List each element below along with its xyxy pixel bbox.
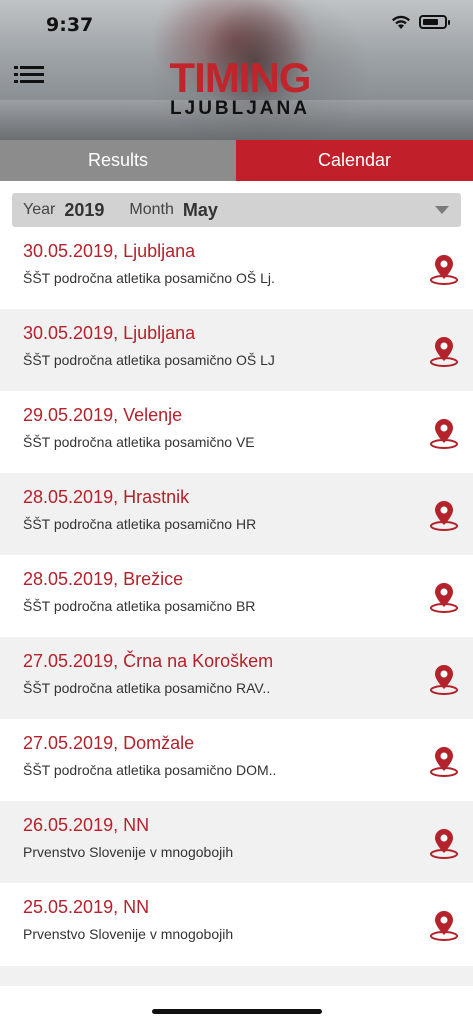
app-logo: TIMING LJUBLJANA (150, 54, 330, 120)
event-subtitle: ŠŠT področna atletika posamično DOM.. (23, 762, 277, 778)
event-subtitle: ŠŠT področna atletika posamično VE (23, 434, 255, 450)
status-bar: 9:37 (0, 0, 473, 50)
location-pin-icon[interactable] (428, 745, 460, 777)
year-value: 2019 (64, 199, 105, 220)
status-time: 9:37 (46, 14, 94, 36)
list-item[interactable]: 30.05.2019, Ljubljana ŠŠT področna atleti… (0, 227, 473, 309)
location-pin-icon[interactable] (428, 253, 460, 285)
battery-icon (419, 15, 450, 29)
event-subtitle: Prvenstvo Slovenije v mnogobojih (23, 844, 234, 860)
wifi-icon (392, 15, 410, 29)
tab-results[interactable]: Results (0, 140, 236, 181)
event-title: 27.05.2019, Domžale (23, 733, 195, 753)
event-title: 26.05.2019, NN (23, 815, 150, 835)
logo-main-text: TIMING (169, 54, 312, 101)
list-item[interactable]: 30.05.2019, Ljubljana ŠŠT področna atleti… (0, 309, 473, 391)
location-pin-icon[interactable] (428, 499, 460, 531)
event-title: 27.05.2019, Črna na Koroškem (23, 651, 274, 671)
location-pin-icon[interactable] (428, 663, 460, 695)
event-title: 28.05.2019, Brežice (23, 569, 184, 589)
location-pin-icon[interactable] (428, 417, 460, 449)
hamburger-menu-icon[interactable] (14, 66, 44, 84)
event-title: 29.05.2019, Velenje (23, 405, 183, 425)
event-subtitle: ŠŠT področna atletika posamično RAV.. (23, 680, 271, 696)
list-item[interactable]: 27.05.2019, Črna na Koroškem ŠŠT področna… (0, 637, 473, 719)
event-list: 30.05.2019, Ljubljana ŠŠT področna atleti… (0, 227, 473, 965)
location-pin-icon[interactable] (428, 581, 460, 613)
home-indicator (152, 1009, 322, 1014)
list-item[interactable]: 28.05.2019, Hrastnik ŠŠT področna atletik… (0, 473, 473, 555)
event-subtitle: ŠŠT področna atletika posamično BR (23, 598, 256, 614)
list-item[interactable]: 29.05.2019, Velenje ŠŠT področna atletika… (0, 391, 473, 473)
location-pin-icon[interactable] (428, 827, 460, 859)
event-subtitle: ŠŠT področna atletika posamično OŠ LJ (23, 352, 275, 368)
list-overflow-row (0, 966, 473, 986)
list-item[interactable]: 26.05.2019, NN Prvenstvo Slovenije v mnog… (0, 801, 473, 883)
event-title: 30.05.2019, Ljubljana (23, 323, 196, 343)
location-pin-icon[interactable] (428, 335, 460, 367)
list-item[interactable]: 27.05.2019, Domžale ŠŠT področna atletika… (0, 719, 473, 801)
status-icons (391, 14, 450, 30)
event-title: 25.05.2019, NN (23, 897, 150, 917)
logo-sub-text: LJUBLJANA (170, 98, 310, 119)
tab-bar: Results Calendar (0, 140, 473, 181)
date-filter-select[interactable]: Year 2019 Month May (12, 193, 461, 227)
year-label: Year (23, 201, 56, 218)
list-item[interactable]: 28.05.2019, Brežice ŠŠT področna atletika… (0, 555, 473, 637)
month-label: Month (129, 201, 174, 218)
bottom-safe-area (0, 986, 473, 1024)
chevron-down-icon[interactable] (435, 206, 449, 214)
tab-calendar[interactable]: Calendar (236, 140, 473, 181)
location-pin-icon[interactable] (428, 909, 460, 941)
month-value: May (182, 199, 218, 220)
event-subtitle: ŠŠT področna atletika posamično OŠ Lj. (23, 270, 275, 286)
event-subtitle: Prvenstvo Slovenije v mnogobojih (23, 926, 234, 942)
event-title: 30.05.2019, Ljubljana (23, 241, 196, 261)
list-item[interactable]: 25.05.2019, NN Prvenstvo Slovenije v mnog… (0, 883, 473, 965)
event-subtitle: ŠŠT področna atletika posamično HR (23, 516, 257, 532)
event-title: 28.05.2019, Hrastnik (23, 487, 190, 507)
